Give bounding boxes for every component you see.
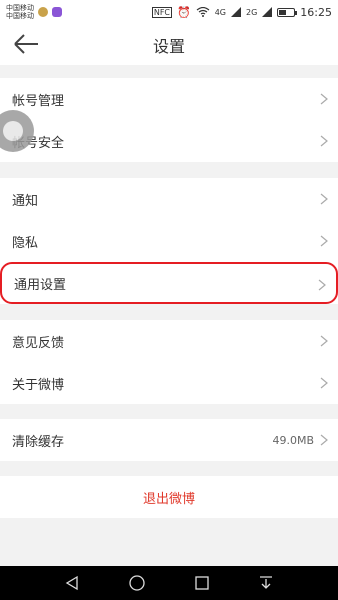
wifi-icon (196, 7, 210, 17)
back-arrow-icon[interactable] (12, 32, 40, 56)
carrier-info: 中国移动 中国移动 (6, 4, 34, 20)
settings-item-feedback[interactable]: 意见反馈 (0, 320, 338, 362)
chevron-right-icon (320, 235, 328, 247)
status-bar: 中国移动 中国移动 NFC ⏰ 4G 2G 16:25 (0, 0, 338, 24)
settings-group-logout: 退出微博 (0, 476, 338, 518)
settings-item-notifications[interactable]: 通知 (0, 178, 338, 220)
settings-group-about: 意见反馈 关于微博 (0, 320, 338, 404)
settings-item-account-management[interactable]: 帐号管理 (0, 78, 338, 120)
settings-item-label: 帐号管理 (12, 93, 65, 109)
header: 设置 (0, 24, 338, 65)
settings-item-about-weibo[interactable]: 关于微博 (0, 362, 338, 404)
signal-4g-icon: 4G (214, 7, 226, 17)
alarm-icon: ⏰ (177, 5, 191, 19)
nav-notification-icon[interactable] (258, 575, 274, 591)
signal-icon (231, 7, 241, 17)
settings-item-label: 隐私 (12, 235, 39, 251)
settings-item-label: 清除缓存 (12, 434, 65, 450)
cache-size-value: 49.0MB (272, 433, 314, 447)
nav-back-icon[interactable] (64, 575, 80, 591)
status-app-icons (38, 7, 62, 17)
chevron-right-icon (320, 377, 328, 389)
carrier-1: 中国移动 (6, 4, 34, 12)
settings-item-clear-cache[interactable]: 清除缓存 49.0MB (0, 419, 338, 461)
system-nav-bar (0, 566, 338, 600)
chevron-right-icon (320, 335, 328, 347)
app-notification-icon (38, 7, 48, 17)
battery-icon (277, 7, 298, 17)
settings-item-account-security[interactable]: 帐号安全 (0, 120, 338, 162)
nfc-icon: NFC (151, 6, 172, 18)
chevron-right-icon (320, 434, 328, 446)
chevron-right-icon (320, 135, 328, 147)
page-title: 设置 (152, 36, 185, 56)
settings-group-general: 通知 隐私 通用设置 (0, 178, 338, 304)
logout-button[interactable]: 退出微博 (0, 476, 338, 518)
nav-recents-icon[interactable] (194, 575, 210, 591)
settings-group-cache: 清除缓存 49.0MB (0, 419, 338, 461)
settings-item-label: 通知 (12, 193, 39, 209)
logout-label: 退出微博 (142, 491, 195, 507)
settings-item-label: 关于微博 (12, 377, 65, 393)
status-indicators: NFC ⏰ 4G 2G 16:25 (151, 5, 332, 19)
app-notification-icon-2 (52, 7, 62, 17)
signal-icon-2 (262, 7, 273, 17)
nav-home-icon[interactable] (128, 574, 146, 592)
signal-2g-icon: 2G (246, 7, 258, 17)
settings-item-general-settings[interactable]: 通用设置 (0, 262, 338, 304)
chevron-right-icon (320, 193, 328, 205)
chevron-right-icon (320, 93, 328, 105)
chevron-right-icon (318, 279, 326, 291)
status-time: 16:25 (300, 5, 332, 19)
settings-item-label: 通用设置 (14, 277, 67, 293)
settings-item-privacy[interactable]: 隐私 (0, 220, 338, 262)
settings-item-label: 意见反馈 (12, 335, 65, 351)
settings-group-account: 帐号管理 帐号安全 (0, 78, 338, 162)
carrier-2: 中国移动 (6, 12, 34, 20)
